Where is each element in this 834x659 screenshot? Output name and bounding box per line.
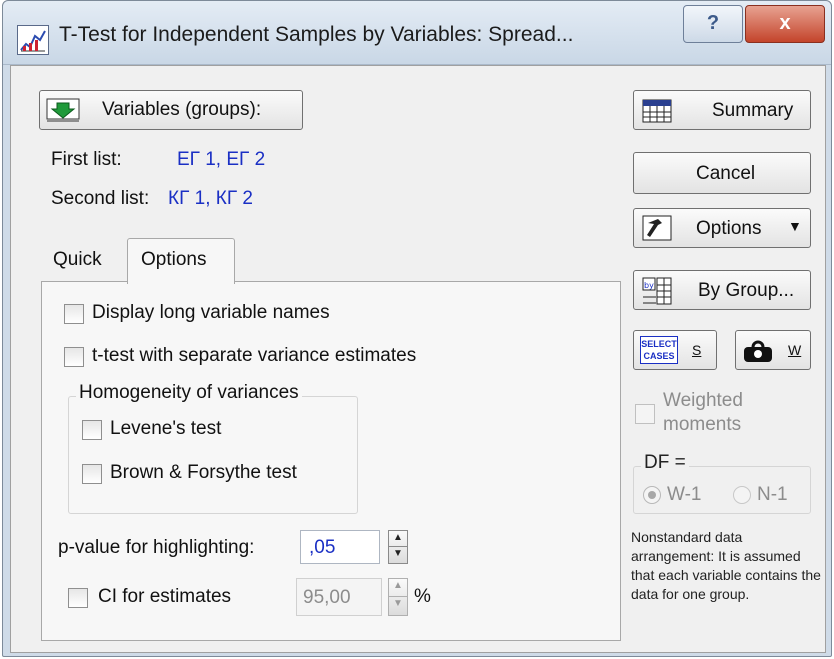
display-long-names-checkbox[interactable] <box>64 304 84 324</box>
hammer-icon <box>642 215 672 241</box>
title-bar[interactable]: T-Test for Independent Samples by Variab… <box>3 1 831 65</box>
select-cases-key: S <box>692 342 702 358</box>
svg-text:by: by <box>644 281 654 290</box>
tab-options[interactable]: Options <box>127 238 235 284</box>
help-button[interactable]: ? <box>683 5 743 43</box>
by-group-button[interactable]: by By Group... <box>633 270 811 310</box>
chart-window-icon <box>17 25 49 55</box>
ci-input[interactable]: 95,00 <box>296 578 382 616</box>
dialog-window: T-Test for Independent Samples by Variab… <box>2 0 832 657</box>
brown-forsythe-label: Brown & Forsythe test <box>110 462 297 483</box>
options-button-label: Options <box>696 218 762 239</box>
select-cases-button[interactable]: SELECT CASES S <box>633 330 717 370</box>
variables-button-label: Variables (groups): <box>102 99 262 120</box>
close-button[interactable]: x <box>745 5 825 43</box>
options-button[interactable]: Options ▼ <box>633 208 811 248</box>
separate-variance-checkbox[interactable] <box>64 347 84 367</box>
pvalue-input[interactable]: ,05 <box>300 530 380 564</box>
variables-button[interactable]: Variables (groups): <box>39 90 303 130</box>
by-group-icon: by <box>642 277 672 305</box>
nonstandard-note: Nonstandard data arrangement: It is assu… <box>631 529 821 602</box>
levene-label: Levene's test <box>110 418 222 439</box>
summary-button-label: Summary <box>712 100 794 121</box>
spin-down-icon[interactable]: ▼ <box>389 547 407 563</box>
weight-button[interactable]: W <box>735 330 811 370</box>
df-n1-radio[interactable] <box>733 486 751 504</box>
variables-arrow-icon <box>46 97 80 123</box>
homogeneity-title: Homogeneity of variances <box>76 382 302 404</box>
tab-quick[interactable]: Quick <box>43 242 127 280</box>
tab-options-label: Options <box>141 249 207 270</box>
weighted-moments-label: Weighted moments <box>663 390 743 435</box>
cancel-button-label: Cancel <box>696 163 756 184</box>
pvalue-spinner[interactable]: ▲ ▼ <box>388 530 408 564</box>
close-icon: x <box>779 12 791 34</box>
second-list-label: Second list: <box>51 188 150 209</box>
first-list-label: First list: <box>51 149 122 170</box>
df-title: DF = <box>641 452 689 474</box>
options-tab-panel: Display long variable names t-test with … <box>41 281 621 641</box>
second-list-value: КГ 1, КГ 2 <box>168 188 253 209</box>
summary-table-icon <box>642 99 672 123</box>
spin-up-icon[interactable]: ▲ <box>389 531 407 547</box>
tab-quick-label: Quick <box>53 249 102 270</box>
cancel-button[interactable]: Cancel <box>633 152 811 194</box>
window-title: T-Test for Independent Samples by Variab… <box>59 23 574 46</box>
pvalue-label: p-value for highlighting: <box>58 537 255 558</box>
levene-checkbox[interactable] <box>82 420 102 440</box>
spin-up-icon[interactable]: ▲ <box>389 579 407 597</box>
ci-spinner[interactable]: ▲ ▼ <box>388 578 408 616</box>
summary-button[interactable]: Summary <box>633 90 811 130</box>
spin-down-icon[interactable]: ▼ <box>389 597 407 615</box>
display-long-names-label: Display long variable names <box>92 302 330 323</box>
homogeneity-groupbox <box>68 396 358 514</box>
separate-variance-label: t-test with separate variance estimates <box>92 345 417 366</box>
weight-icon <box>742 338 774 364</box>
chevron-down-icon: ▼ <box>788 218 802 234</box>
ci-unit: % <box>414 586 431 607</box>
ci-label: CI for estimates <box>98 586 232 607</box>
weight-key: W <box>788 342 802 358</box>
by-group-button-label: By Group... <box>698 280 795 301</box>
radio-dot-icon <box>648 491 656 499</box>
df-w1-label: W-1 <box>667 484 702 505</box>
df-n1-label: N-1 <box>757 484 788 505</box>
df-w1-radio[interactable] <box>643 486 661 504</box>
dialog-client-area: Variables (groups): First list: ЕГ 1, ЕГ… <box>10 65 826 653</box>
help-icon: ? <box>706 12 720 34</box>
weighted-moments-checkbox[interactable] <box>635 404 655 424</box>
select-cases-line2: CASES <box>643 351 675 361</box>
first-list-value: ЕГ 1, ЕГ 2 <box>177 149 266 170</box>
ci-checkbox[interactable] <box>68 588 88 608</box>
select-cases-line1: SELECT <box>641 339 677 349</box>
brown-forsythe-checkbox[interactable] <box>82 464 102 484</box>
select-cases-icon: SELECT CASES <box>640 336 678 364</box>
